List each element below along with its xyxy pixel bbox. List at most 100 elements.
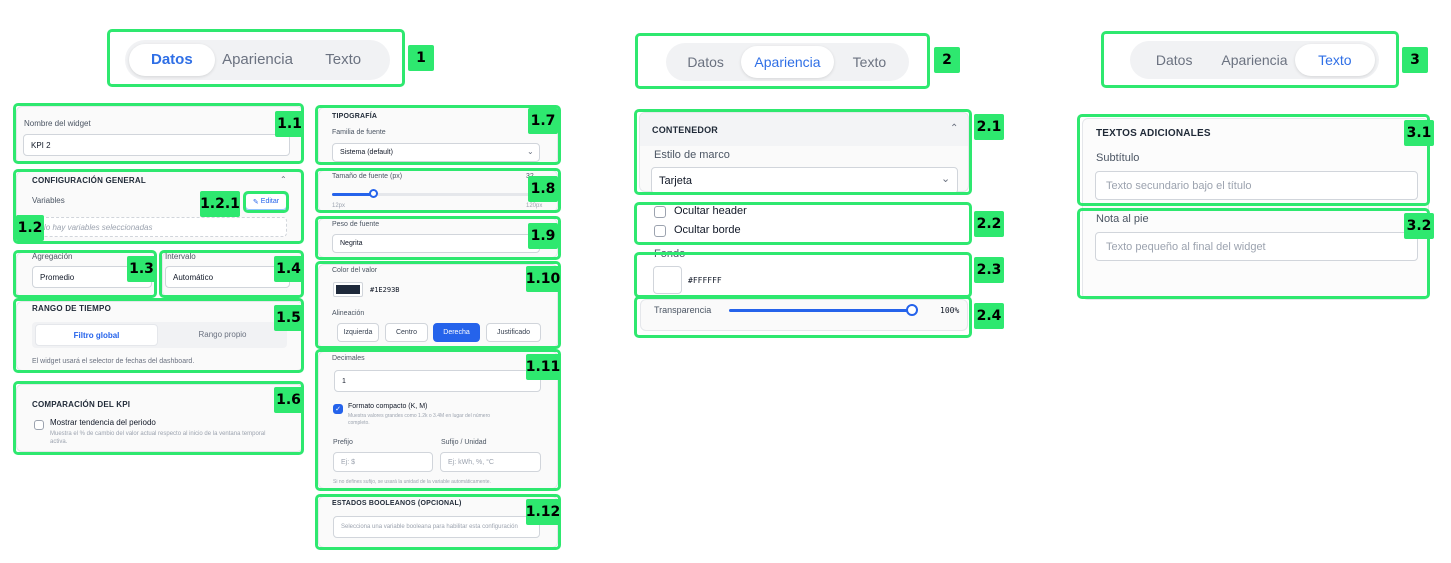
- peso-select[interactable]: Negrita: [332, 234, 540, 253]
- chevron-up-icon[interactable]: ⌃: [950, 123, 958, 134]
- booleanos-empty: Selecciona una variable booleana para ha…: [333, 516, 540, 538]
- rango-help: El widget usará el selector de fechas de…: [32, 358, 195, 365]
- ocultar-header-label: Ocultar header: [674, 205, 747, 217]
- tendencia-help: Muestra el % de cambio del valor actual …: [50, 431, 266, 445]
- pencil-icon: ✎: [252, 198, 259, 206]
- prefijo-input[interactable]: Ej: $: [333, 452, 433, 472]
- alineacion-label: Alineación: [332, 310, 365, 317]
- tamano-min: 12px: [332, 203, 346, 209]
- ocultar-borde-label: Ocultar borde: [674, 224, 741, 236]
- agregacion-label: Agregación: [32, 252, 73, 261]
- tab-datos[interactable]: Datos: [129, 44, 215, 76]
- decimales-input[interactable]: 1: [334, 370, 541, 392]
- check-icon: ✓: [335, 406, 341, 413]
- chevron-up-icon[interactable]: ⌃: [280, 175, 287, 184]
- tab-bar-apariencia: Datos Apariencia Texto: [666, 43, 909, 81]
- intervalo-label: Intervalo: [165, 252, 196, 261]
- transparencia-thumb[interactable]: [906, 304, 918, 316]
- subtitulo-label: Subtítulo: [1096, 152, 1140, 164]
- familia-select[interactable]: Sistema (default): [332, 143, 540, 162]
- marker-1-1: 1.1: [275, 111, 304, 137]
- color-label: Color del valor: [332, 267, 378, 274]
- color-swatch-fill: [336, 285, 360, 294]
- textos-adicionales-title: TEXTOS ADICIONALES: [1096, 128, 1211, 139]
- marco-select[interactable]: Tarjeta: [651, 167, 958, 194]
- transparencia-card: [640, 299, 968, 331]
- contenedor-title: CONTENEDOR: [652, 125, 719, 135]
- tamano-track[interactable]: [332, 189, 540, 198]
- tamano-label: Tamaño de fuente (px): [332, 173, 403, 180]
- widget-name-input[interactable]: KPI 2: [23, 134, 290, 156]
- config-general-title: CONFIGURACIÓN GENERAL: [32, 176, 146, 185]
- decimales-label: Decimales: [332, 355, 365, 362]
- tab-datos[interactable]: Datos: [1134, 44, 1214, 76]
- marker-1-12: 1.12: [526, 499, 560, 525]
- color-swatch[interactable]: [333, 282, 363, 297]
- tab-bar-texto: Datos Apariencia Texto: [1130, 41, 1379, 79]
- tab-apariencia[interactable]: Apariencia: [215, 44, 301, 76]
- edit-variables-button[interactable]: ✎ Editar: [245, 193, 287, 210]
- peso-label: Peso de fuente: [332, 221, 380, 228]
- marker-1-4: 1.4: [274, 256, 303, 282]
- tab-datos[interactable]: Datos: [670, 46, 741, 78]
- marker-2-2: 2.2: [974, 211, 1004, 237]
- tamano-fill: [332, 193, 374, 196]
- align-centro-button[interactable]: Centro: [385, 323, 428, 342]
- nota-label: Nota al pie: [1096, 213, 1149, 225]
- marker-1-2: 1.2: [16, 215, 44, 241]
- comparacion-title: COMPARACIÓN DEL KPI: [32, 400, 131, 409]
- prefijo-label: Prefijo: [333, 439, 353, 446]
- marker-1-6: 1.6: [274, 387, 303, 413]
- marker-1-8: 1.8: [528, 176, 558, 202]
- rango-title: RANGO DE TIEMPO: [32, 304, 112, 313]
- rango-propio[interactable]: Rango propio: [160, 324, 285, 346]
- marker-2-3: 2.3: [974, 257, 1004, 283]
- align-justificado-button[interactable]: Justificado: [486, 323, 541, 342]
- sufijo-help: Si no defines sufijo, se usará la unidad…: [333, 479, 491, 485]
- marker-1-7: 1.7: [528, 108, 558, 134]
- tendencia-checkbox[interactable]: [34, 420, 44, 430]
- compacto-checkbox[interactable]: ✓: [333, 404, 343, 414]
- marker-3-1: 3.1: [1404, 120, 1434, 146]
- marker-1: 1: [408, 45, 434, 71]
- ocultar-borde-checkbox[interactable]: [654, 225, 666, 237]
- ocultar-header-checkbox[interactable]: [654, 206, 666, 218]
- fondo-label: Fondo: [654, 248, 686, 260]
- tab-apariencia[interactable]: Apariencia: [741, 46, 834, 78]
- tendencia-label: Mostrar tendencia del periodo: [50, 418, 156, 427]
- transparencia-fill: [729, 309, 912, 312]
- align-derecha-button[interactable]: Derecha: [433, 323, 480, 342]
- subtitulo-input[interactable]: Texto secundario bajo el título: [1095, 171, 1418, 200]
- chevron-down-icon: ⌄: [941, 173, 951, 185]
- rango-filtro-global[interactable]: Filtro global: [35, 324, 158, 346]
- booleanos-title: ESTADOS BOOLEANOS (OPCIONAL): [332, 500, 462, 507]
- marker-1-3: 1.3: [127, 256, 156, 282]
- color-value: #1E293B: [370, 286, 400, 294]
- marker-1-10: 1.10: [526, 266, 560, 292]
- transparencia-label: Transparencia: [654, 305, 712, 315]
- nota-input[interactable]: Texto pequeño al final del widget: [1095, 232, 1418, 261]
- marker-3: 3: [1402, 47, 1428, 73]
- tamano-max: 120px: [526, 203, 543, 209]
- fondo-swatch[interactable]: [653, 266, 682, 294]
- marker-1-2-1: 1.2.1: [200, 191, 240, 217]
- tab-bar-datos: Datos Apariencia Texto: [125, 40, 390, 80]
- tab-texto[interactable]: Texto: [300, 44, 386, 76]
- textos-adicionales-card: [1082, 118, 1429, 300]
- widget-name-label: Nombre del widget: [24, 119, 91, 128]
- chevron-down-icon: ⌄: [527, 147, 534, 156]
- align-izquierda-button[interactable]: Izquierda: [337, 323, 379, 342]
- sufijo-label: Sufijo / Unidad: [441, 439, 487, 446]
- sufijo-input[interactable]: Ej: kWh, %, °C: [440, 452, 541, 472]
- variables-empty: No hay variables seleccionadas: [32, 217, 287, 237]
- tab-apariencia[interactable]: Apariencia: [1214, 44, 1294, 76]
- tab-texto[interactable]: Texto: [1294, 44, 1375, 76]
- intervalo-select[interactable]: Automático: [165, 266, 290, 288]
- marker-2-4: 2.4: [974, 303, 1004, 329]
- marker-1-5: 1.5: [274, 305, 303, 331]
- tipografia-title: TIPOGRAFÍA: [332, 113, 378, 120]
- marco-label: Estilo de marco: [654, 149, 730, 161]
- transparencia-track[interactable]: [729, 304, 918, 316]
- tab-texto[interactable]: Texto: [834, 46, 905, 78]
- fondo-value: #FFFFFF: [688, 276, 722, 285]
